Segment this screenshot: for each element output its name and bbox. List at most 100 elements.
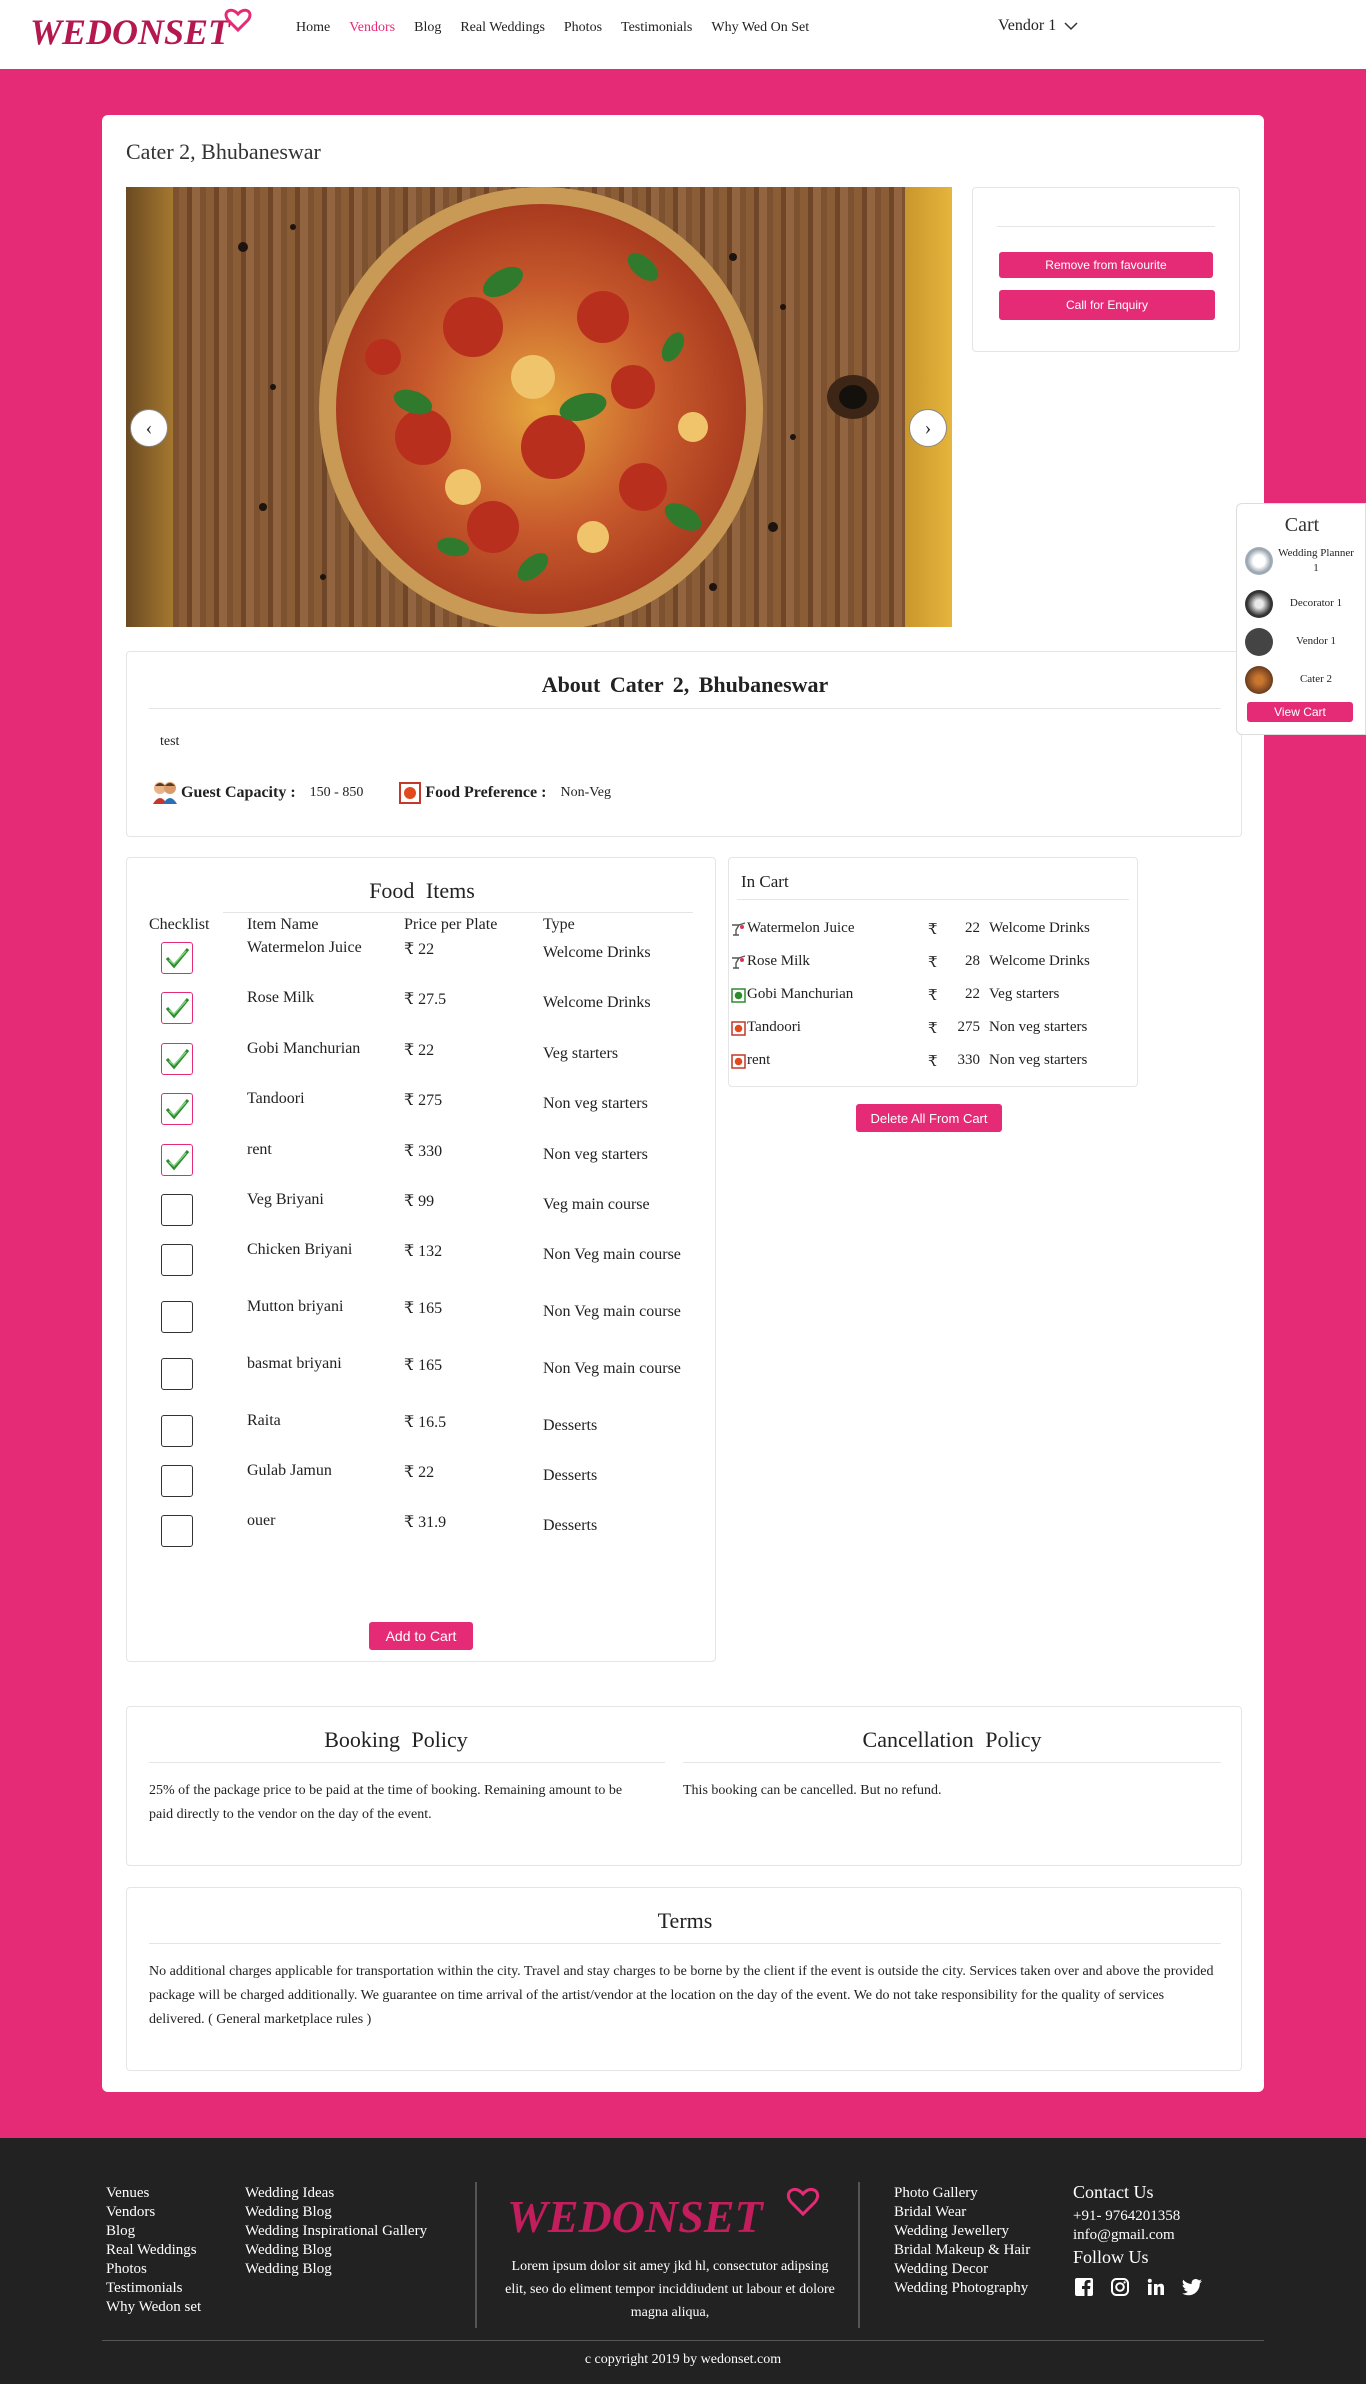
footer-link[interactable]: Wedding Photography xyxy=(894,2279,1030,2298)
remove-favourite-button[interactable]: Remove from favourite xyxy=(999,252,1213,278)
food-item-type: Non Veg main course xyxy=(543,1303,681,1320)
rupee-icon: ₹ xyxy=(928,1054,938,1070)
food-checkbox[interactable] xyxy=(161,992,193,1024)
slide-next-peek xyxy=(905,187,952,627)
footer-link[interactable]: Why Wedon set xyxy=(106,2298,201,2317)
food-item-name: Chicken Briyani xyxy=(247,1241,353,1258)
footer-link[interactable]: Wedding Inspirational Gallery xyxy=(245,2222,427,2241)
rupee-icon: ₹ xyxy=(928,922,938,938)
footer-link[interactable]: Wedding Jewellery xyxy=(894,2222,1030,2241)
slider-prev-button[interactable]: ‹ xyxy=(130,409,168,447)
nav-item-photos[interactable]: Photos xyxy=(564,20,602,36)
footer-link[interactable]: Wedding Blog xyxy=(245,2241,427,2260)
nav-item-why-wed-on-set[interactable]: Why Wed On Set xyxy=(711,20,809,36)
view-cart-button[interactable]: View Cart xyxy=(1247,702,1353,722)
food-checkbox[interactable] xyxy=(161,1093,193,1125)
footer-link[interactable]: Bridal Wear xyxy=(894,2203,1030,2222)
nav-item-blog[interactable]: Blog xyxy=(414,20,441,36)
cart-widget-item[interactable]: Wedding Planner 1 xyxy=(1245,546,1355,577)
nav-item-home[interactable]: Home xyxy=(296,20,330,36)
food-item-price: ₹ 132 xyxy=(404,1243,443,1260)
contact-phone[interactable]: +91- 9764201358 xyxy=(1073,2207,1203,2226)
divider xyxy=(737,899,1129,900)
checkmark-icon xyxy=(165,1150,190,1171)
image-slider[interactable]: ‹ › xyxy=(126,187,952,627)
contact-email[interactable]: info@gmail.com xyxy=(1073,2226,1203,2245)
cart-item-name: Watermelon Juice xyxy=(747,920,855,936)
delete-all-button[interactable]: Delete All From Cart xyxy=(856,1104,1002,1132)
add-to-cart-button[interactable]: Add to Cart xyxy=(369,1622,473,1650)
food-item-type: Veg starters xyxy=(543,1045,619,1062)
cart-widget-item[interactable]: Decorator 1 xyxy=(1245,590,1355,618)
nav-item-testimonials[interactable]: Testimonials xyxy=(621,20,692,36)
linkedin-icon[interactable] xyxy=(1145,2276,1167,2298)
footer-link[interactable]: Testimonials xyxy=(106,2279,201,2298)
vendor-info: Guest Capacity : 150 - 850 Food Preferen… xyxy=(151,780,611,806)
cart-item-price: 22 xyxy=(965,986,980,1002)
food-item-price: ₹ 99 xyxy=(404,1193,435,1210)
divider xyxy=(858,2182,860,2328)
food-items-section: Food Items Checklist Item Name Price per… xyxy=(126,857,716,1662)
footer-link[interactable]: Wedding Blog xyxy=(245,2260,427,2279)
user-menu[interactable]: Vendor 1 xyxy=(998,17,1078,35)
divider xyxy=(475,2182,477,2328)
food-item-price: ₹ 165 xyxy=(404,1357,443,1374)
site-header: WEDONSET Home Vendors Blog Real Weddings Pho… xyxy=(0,0,1366,69)
vendor-actions: Remove from favourite Call for Enquiry xyxy=(972,187,1240,352)
booking-policy-text: 25% of the package price to be paid at t… xyxy=(149,1783,623,1822)
footer-link[interactable]: Real Weddings xyxy=(106,2241,201,2260)
footer-logo[interactable]: WEDONSET xyxy=(503,2180,833,2252)
food-checkbox[interactable] xyxy=(161,1194,193,1226)
footer-link[interactable]: Photo Gallery xyxy=(894,2184,1030,2203)
about-description: test xyxy=(160,734,180,749)
food-item-name: Rose Milk xyxy=(247,989,315,1006)
divider xyxy=(149,708,1221,709)
food-checkbox[interactable] xyxy=(161,1244,193,1276)
food-item-name: Mutton briyani xyxy=(247,1298,344,1315)
rupee-icon: ₹ xyxy=(928,988,938,1004)
nonveg-icon xyxy=(731,1054,746,1069)
veg-icon xyxy=(731,988,746,1003)
food-checkbox[interactable] xyxy=(161,1465,193,1497)
food-item-name: rent xyxy=(247,1141,272,1158)
food-checkbox[interactable] xyxy=(161,1515,193,1547)
slider-next-button[interactable]: › xyxy=(909,409,947,447)
rupee-icon: ₹ xyxy=(928,955,938,971)
food-checkbox[interactable] xyxy=(161,1301,193,1333)
footer-link[interactable]: Bridal Makeup & Hair xyxy=(894,2241,1030,2260)
rupee-icon: ₹ xyxy=(928,1021,938,1037)
footer-link[interactable]: Photos xyxy=(106,2260,201,2279)
food-checkbox[interactable] xyxy=(161,1358,193,1390)
footer-link[interactable]: Wedding Decor xyxy=(894,2260,1030,2279)
footer-link[interactable]: Wedding Blog xyxy=(245,2203,427,2222)
food-checkbox[interactable] xyxy=(161,1415,193,1447)
avatar xyxy=(1245,590,1273,618)
instagram-icon[interactable] xyxy=(1109,2276,1131,2298)
footer-link[interactable]: Venues xyxy=(106,2184,201,2203)
footer-link[interactable]: Vendors xyxy=(106,2203,201,2222)
divider xyxy=(683,1762,1221,1763)
nav-item-real-weddings[interactable]: Real Weddings xyxy=(460,20,545,36)
brand-logo[interactable]: WEDONSET xyxy=(26,4,276,60)
food-checkbox[interactable] xyxy=(161,1144,193,1176)
facebook-icon[interactable] xyxy=(1073,2276,1095,2298)
food-item-price: ₹ 165 xyxy=(404,1300,443,1317)
col-price: Price per Plate xyxy=(404,916,498,933)
checkmark-icon xyxy=(165,1099,190,1120)
cart-widget-item[interactable]: Vendor 1 xyxy=(1245,628,1355,656)
food-checkbox[interactable] xyxy=(161,1043,193,1075)
cart-item-price: 275 xyxy=(957,1019,981,1035)
food-checkbox[interactable] xyxy=(161,942,193,974)
cart-widget-item[interactable]: Cater 2 xyxy=(1245,666,1355,694)
food-item-name: ouer xyxy=(247,1512,276,1529)
twitter-icon[interactable] xyxy=(1181,2276,1203,2298)
footer-link[interactable]: Wedding Ideas xyxy=(245,2184,427,2203)
guests-icon xyxy=(153,782,177,804)
food-item-name: basmat briyani xyxy=(247,1355,342,1372)
main-nav: Home Vendors Blog Real Weddings Photos Testim… xyxy=(296,20,809,36)
food-item-price: ₹ 31.9 xyxy=(404,1514,447,1531)
nav-item-vendors[interactable]: Vendors xyxy=(349,20,395,36)
call-enquiry-button[interactable]: Call for Enquiry xyxy=(999,290,1215,320)
footer-link[interactable]: Blog xyxy=(106,2222,201,2241)
checkmark-icon xyxy=(165,998,190,1019)
